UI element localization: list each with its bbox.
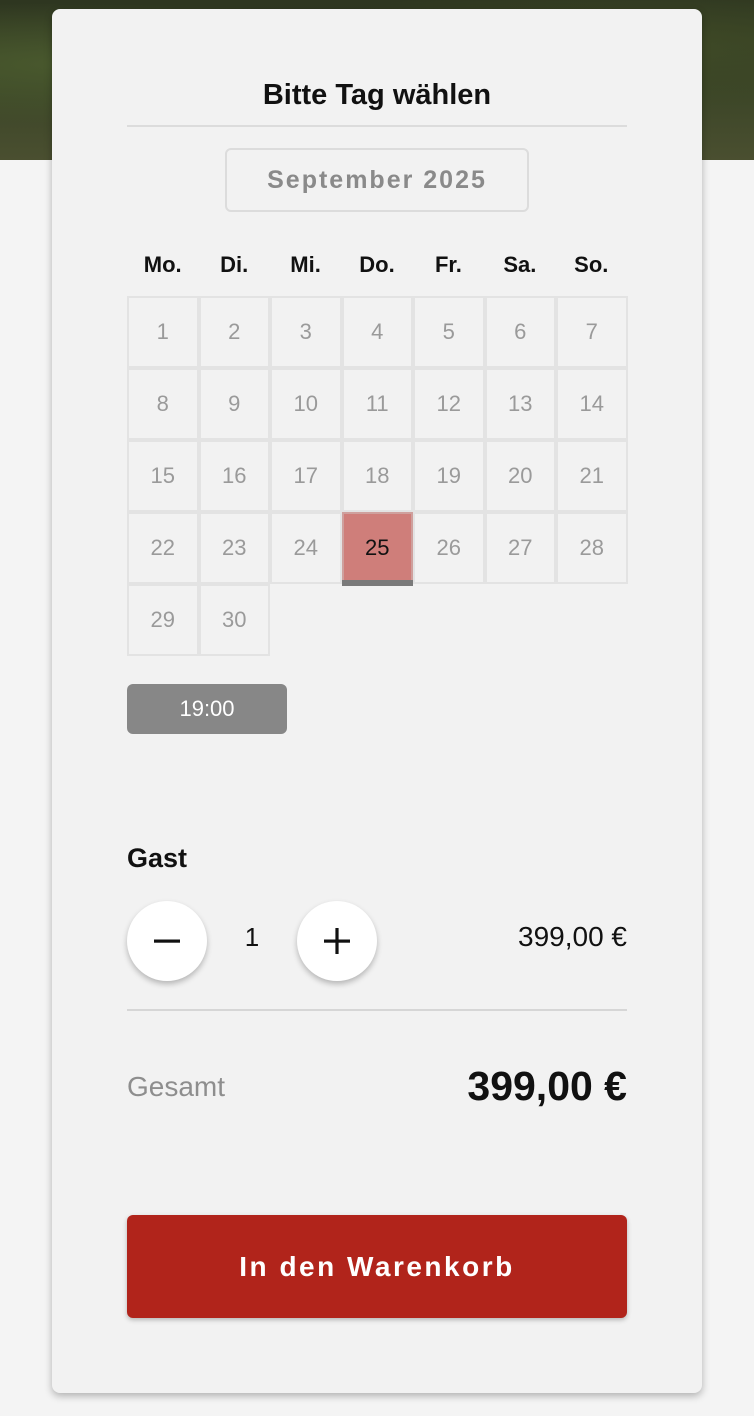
time-slot-button[interactable]: 19:00 (127, 684, 287, 734)
card-title: Bitte Tag wählen (262, 79, 492, 111)
calendar-day[interactable]: 10 (270, 368, 342, 440)
month-selector-button[interactable]: September 2025 (225, 148, 529, 212)
plus-icon (324, 928, 350, 954)
unit-price: 399,00 € (518, 921, 627, 952)
booking-card: Bitte Tag wählen September 2025 Mo. Di. … (52, 9, 702, 1393)
calendar-day[interactable]: 13 (484, 368, 556, 440)
calendar-day-selected[interactable]: 25 (341, 512, 413, 586)
weekday-saturday: Sa. (503, 252, 537, 277)
calendar-day[interactable]: 3 (270, 296, 342, 368)
increase-quantity-button[interactable] (297, 901, 377, 981)
calendar-day[interactable]: 22 (127, 512, 199, 584)
weekday-wednesday: Mi. (290, 252, 321, 277)
calendar-day[interactable]: 16 (198, 440, 270, 512)
weekday-sunday: So. (574, 252, 609, 277)
calendar-day[interactable]: 2 (198, 296, 270, 368)
calendar-day[interactable]: 6 (484, 296, 556, 368)
weekday-tuesday: Di. (220, 252, 249, 277)
calendar-day[interactable]: 29 (127, 584, 199, 656)
calendar-day[interactable]: 9 (198, 368, 270, 440)
calendar-day[interactable]: 12 (413, 368, 485, 440)
divider (127, 125, 627, 127)
calendar-day[interactable]: 1 (127, 296, 199, 368)
calendar-day[interactable]: 17 (270, 440, 342, 512)
calendar-day[interactable]: 21 (556, 440, 628, 512)
minus-icon (154, 939, 180, 943)
calendar-day[interactable]: 30 (198, 584, 270, 656)
calendar-day[interactable]: 7 (556, 296, 628, 368)
calendar-day[interactable]: 15 (127, 440, 199, 512)
calendar-day[interactable]: 27 (484, 512, 556, 584)
total-label: Gesamt (127, 1071, 226, 1102)
total-value: 399,00 € (467, 1063, 627, 1109)
calendar-day[interactable]: 19 (413, 440, 485, 512)
calendar-day[interactable]: 18 (341, 440, 413, 512)
calendar-day[interactable]: 11 (341, 368, 413, 440)
calendar-day[interactable]: 24 (270, 512, 342, 584)
calendar-day[interactable]: 8 (127, 368, 199, 440)
calendar-day[interactable]: 14 (556, 368, 628, 440)
calendar-day[interactable]: 23 (198, 512, 270, 584)
calendar-day[interactable]: 4 (341, 296, 413, 368)
divider (127, 1009, 627, 1011)
quantity-value: 1 (244, 922, 260, 952)
weekday-monday: Mo. (143, 252, 182, 277)
calendar-day[interactable]: 20 (484, 440, 556, 512)
calendar-day-grid: 1 2 3 4 5 6 7 8 9 10 11 12 13 14 15 16 17 18 19 20 21 22 23 24 2… (127, 296, 628, 656)
calendar-day[interactable]: 28 (556, 512, 628, 584)
weekday-thursday: Do. (359, 252, 395, 277)
weekday-header: Mo. Di. Mi. Do. Fr. Sa. So. (127, 252, 627, 282)
calendar-day[interactable]: 26 (413, 512, 485, 584)
decrease-quantity-button[interactable] (127, 901, 207, 981)
add-to-cart-button[interactable]: In den Warenkorb (127, 1215, 627, 1318)
weekday-friday: Fr. (434, 252, 462, 277)
guest-label: Gast (127, 843, 188, 873)
calendar-day[interactable]: 5 (413, 296, 485, 368)
